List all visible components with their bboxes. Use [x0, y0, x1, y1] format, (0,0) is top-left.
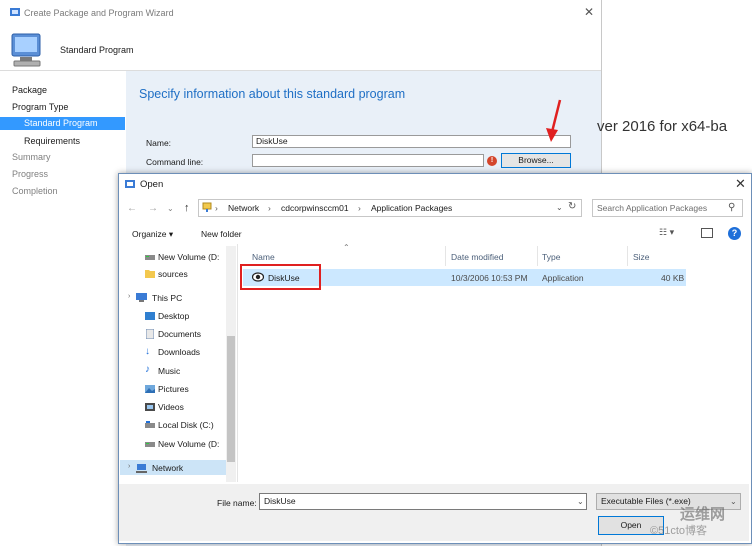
column-separator[interactable] — [627, 246, 628, 266]
column-date-modified[interactable]: Date modified — [451, 252, 503, 262]
wizard-app-icon — [10, 7, 20, 17]
name-label: Name: — [146, 138, 172, 148]
network-location-icon — [202, 202, 212, 213]
pictures-icon — [145, 385, 155, 393]
tree-item-this-pc[interactable]: This PC — [152, 293, 182, 303]
up-arrow-icon[interactable]: ↑ — [184, 202, 190, 214]
file-type-dropdown-icon[interactable]: ⌄ — [730, 497, 737, 506]
drive-icon — [145, 253, 155, 261]
pc-icon — [136, 293, 147, 302]
forward-arrow-icon[interactable]: → — [148, 203, 158, 214]
tree-item-local-disk-c[interactable]: Local Disk (C:) — [158, 420, 214, 430]
error-icon: ! — [487, 156, 497, 166]
column-separator[interactable] — [537, 246, 538, 266]
network-icon — [136, 464, 147, 473]
wizard-title: Create Package and Program Wizard — [24, 8, 174, 18]
column-size[interactable]: Size — [633, 252, 650, 262]
file-size-cell: 40 KB — [661, 273, 685, 283]
nav-progress[interactable]: Progress — [12, 169, 48, 179]
command-line-label: Command line: — [146, 157, 204, 167]
tree-item-new-volume-d[interactable]: New Volume (D: — [158, 252, 219, 262]
refresh-icon[interactable]: ↻ — [568, 201, 576, 212]
folder-icon — [145, 269, 155, 278]
tree-item-music[interactable]: Music — [158, 366, 180, 376]
file-name-input[interactable]: DiskUse — [259, 493, 587, 510]
new-folder-button[interactable]: New folder — [201, 229, 242, 239]
tree-item-new-volume-d-2[interactable]: New Volume (D: — [158, 439, 219, 449]
documents-icon — [146, 329, 154, 339]
tree-item-documents[interactable]: Documents — [158, 329, 201, 339]
tree-item-sources[interactable]: sources — [158, 269, 188, 279]
search-input[interactable]: Search Application Packages — [592, 199, 743, 217]
wizard-close-icon[interactable]: ✕ — [584, 5, 594, 19]
wizard-heading: Specify information about this standard … — [139, 87, 406, 101]
column-separator[interactable] — [445, 246, 446, 266]
red-highlight-box — [240, 264, 321, 290]
nav-standard-program[interactable]: Standard Program — [0, 117, 125, 130]
expand-arrow-icon[interactable]: › — [128, 293, 130, 300]
recent-dropdown-icon[interactable]: ⌄ — [167, 204, 174, 213]
back-arrow-icon[interactable]: ← — [127, 203, 137, 214]
browse-button[interactable]: Browse... — [501, 153, 571, 168]
nav-summary[interactable]: Summary — [12, 152, 51, 162]
file-type-cell: Application — [542, 273, 584, 283]
expand-arrow-icon[interactable]: › — [128, 463, 130, 470]
nav-completion[interactable]: Completion — [12, 186, 58, 196]
music-icon: ♪ — [145, 364, 150, 375]
organize-button[interactable]: Organize ▾ — [132, 229, 173, 240]
red-arrow-annotation — [543, 98, 565, 144]
preview-pane-icon[interactable] — [701, 228, 713, 238]
breadcrumb-network[interactable]: Network — [228, 203, 259, 213]
watermark-line1: 运维网 — [680, 506, 726, 523]
tree-item-network[interactable]: Network — [152, 463, 183, 473]
nav-requirements[interactable]: Requirements — [24, 136, 80, 146]
dialog-close-icon[interactable]: ✕ — [735, 176, 746, 192]
command-line-field[interactable] — [252, 154, 484, 167]
watermark-line2: ©51cto博客 — [650, 525, 708, 537]
wizard-header-label: Standard Program — [60, 45, 134, 55]
open-dialog-icon — [124, 178, 136, 190]
breadcrumb-folder[interactable]: Application Packages — [371, 203, 452, 213]
tree-item-pictures[interactable]: Pictures — [158, 384, 189, 394]
breadcrumb-sep-icon: › — [268, 203, 271, 213]
tree-item-downloads[interactable]: Downloads — [158, 347, 200, 357]
tree-scrollbar-thumb[interactable] — [227, 336, 235, 462]
name-field[interactable]: DiskUse — [252, 135, 571, 148]
breadcrumb-server[interactable]: cdcorpwinsccm01 — [281, 203, 349, 213]
view-options-icon[interactable]: ☷ ▾ — [659, 227, 674, 238]
videos-icon — [145, 403, 155, 411]
nav-package[interactable]: Package — [12, 85, 47, 95]
open-dialog-title: Open — [140, 179, 164, 190]
search-icon: ⚲ — [728, 202, 736, 213]
disk-icon — [145, 421, 155, 429]
desktop-icon — [145, 312, 155, 320]
file-name-dropdown-icon[interactable]: ⌄ — [577, 497, 584, 506]
nav-program-type[interactable]: Program Type — [12, 102, 68, 112]
computer-icon — [8, 32, 48, 68]
column-name[interactable]: Name — [252, 252, 275, 262]
file-name-label: File name: — [217, 498, 257, 508]
file-date-cell: 10/3/2006 10:53 PM — [451, 273, 528, 283]
tree-item-desktop[interactable]: Desktop — [158, 311, 189, 321]
background-text: ver 2016 for x64-ba — [597, 118, 728, 135]
column-type[interactable]: Type — [542, 252, 560, 262]
address-dropdown-icon[interactable]: ⌄ — [556, 203, 563, 212]
breadcrumb-sep-icon: › — [215, 203, 218, 213]
tree-item-videos[interactable]: Videos — [158, 402, 184, 412]
drive-icon — [145, 440, 155, 448]
help-icon[interactable]: ? — [728, 227, 741, 240]
breadcrumb-sep-icon: › — [358, 203, 361, 213]
sort-up-icon: ⌃ — [343, 243, 350, 252]
downloads-icon: ↓ — [145, 346, 150, 357]
